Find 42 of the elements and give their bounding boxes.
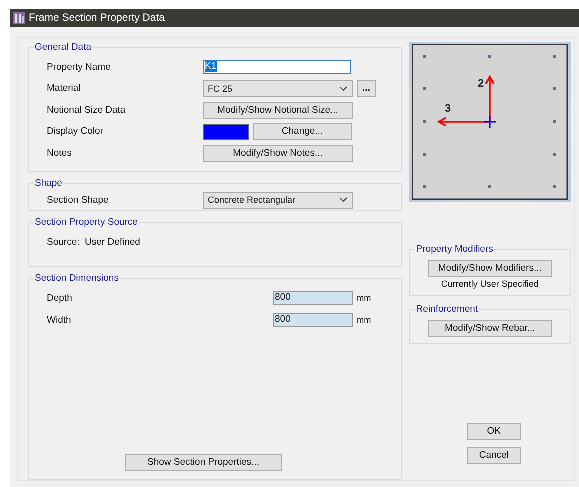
cancel-button[interactable]: Cancel: [467, 447, 522, 464]
group-title: Section Property Source: [34, 217, 139, 228]
group-title: Section Dimensions: [34, 273, 120, 284]
field-label: Depth: [47, 292, 74, 304]
field-label: Section Shape: [47, 194, 110, 206]
dimension-field[interactable]: 800: [273, 313, 353, 327]
ok-button[interactable]: OK: [467, 423, 522, 440]
axis-3-arrow: [437, 117, 490, 127]
change-color-button[interactable]: Change...: [253, 123, 352, 140]
app-icon: [13, 12, 25, 24]
field-label: Property Name: [47, 62, 112, 73]
property-name-field[interactable]: K1: [203, 60, 351, 74]
window-title: Frame Section Property Data: [29, 12, 165, 24]
rebar-button[interactable]: Modify/Show Rebar...: [428, 320, 552, 337]
unit-label: mm: [357, 293, 372, 303]
caret-icon: [339, 197, 348, 203]
group-title: Property Modifiers: [415, 244, 494, 255]
field-label: Notes: [47, 148, 73, 159]
modifiers-button[interactable]: Modify/Show Modifiers...: [428, 260, 552, 277]
show-properties-button[interactable]: Show Section Properties...: [125, 454, 282, 471]
dimension-field[interactable]: 800: [273, 291, 353, 305]
field-label: Material: [47, 83, 82, 94]
field-label: Width: [47, 314, 72, 326]
group-title: General Data: [34, 42, 93, 53]
notional-size-button[interactable]: Modify/Show Notional Size...: [203, 102, 353, 119]
status-text: Currently User Specified: [441, 279, 539, 289]
source-text: Source: User Defined: [47, 236, 140, 248]
field-label: Notional Size Data: [47, 104, 127, 116]
axis-label: 3: [445, 103, 452, 115]
material-dropdown[interactable]: FC 25: [203, 80, 353, 98]
notes-button[interactable]: Modify/Show Notes...: [203, 144, 353, 162]
axis-label: 2: [478, 78, 484, 90]
color-swatch[interactable]: [203, 124, 249, 140]
group-title: Reinforcement: [415, 304, 480, 315]
group-title: Shape: [34, 178, 64, 189]
field-label: Display Color: [47, 126, 104, 138]
unit-label: mm: [357, 315, 372, 325]
origin-cross-icon: [483, 115, 497, 129]
browse-button[interactable]: ...: [357, 80, 376, 98]
caret-icon: [339, 86, 348, 92]
section-shape-dropdown[interactable]: Concrete Rectangular: [203, 192, 353, 208]
axis-2-arrow: [485, 75, 495, 122]
